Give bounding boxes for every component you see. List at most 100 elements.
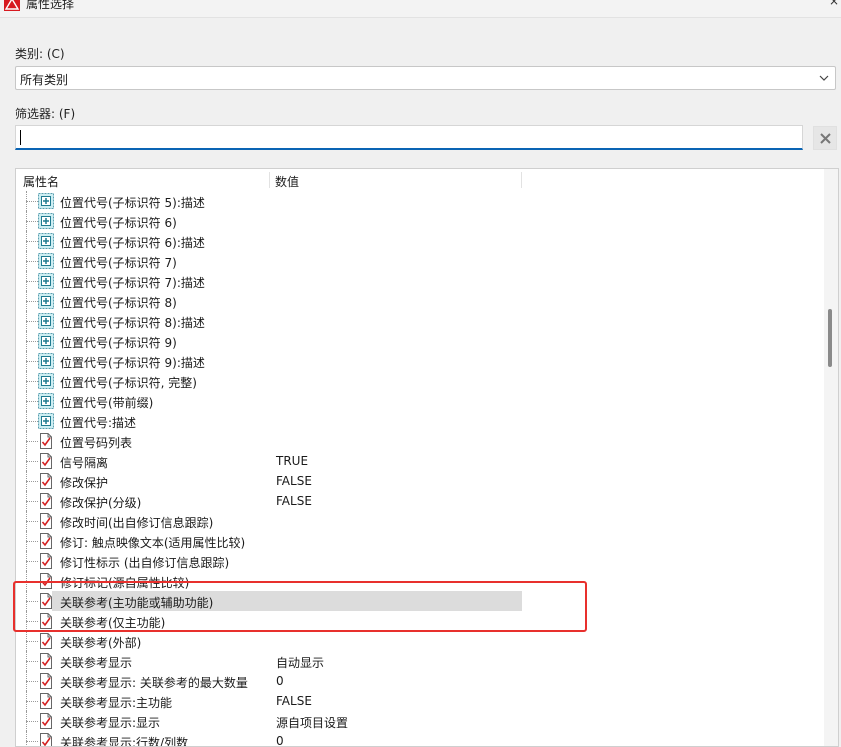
category-select[interactable]: 所有类别	[15, 66, 836, 90]
clear-filter-button[interactable]	[813, 126, 837, 150]
column-divider[interactable]	[521, 172, 522, 188]
property-row[interactable]: 位置代号(子标识符 7)	[16, 251, 824, 271]
property-row[interactable]: 修订: 触点映像文本(适用属性比较)	[16, 531, 824, 551]
property-rows: 位置代号(子标识符 5):描述 位置代号(子标识符 6) 位置代号(子标识符 6):…	[16, 191, 824, 747]
property-row[interactable]: 关联参考显示:行数/列数 0	[16, 731, 824, 747]
tree-line	[26, 741, 38, 742]
tree-line	[26, 201, 38, 202]
property-row[interactable]: 修改保护(分级) FALSE	[16, 491, 824, 511]
expand-group-icon[interactable]	[38, 413, 54, 429]
property-row[interactable]: 关联参考(主功能或辅助功能)	[16, 591, 824, 611]
tree-line	[26, 501, 38, 502]
window-title: 属性选择	[26, 0, 75, 11]
property-row[interactable]: 位置代号(子标识符 5):描述	[16, 191, 824, 211]
property-name: 修改时间(出自修订信息跟踪)	[60, 516, 214, 530]
property-row[interactable]: 修改时间(出自修订信息跟踪)	[16, 511, 824, 531]
property-doc-icon	[40, 733, 52, 746]
expand-group-icon[interactable]	[38, 313, 54, 329]
property-value: 0	[276, 734, 284, 747]
tree-line	[26, 641, 38, 642]
tree-line	[26, 421, 38, 422]
property-row[interactable]: 位置代号(子标识符 9):描述	[16, 351, 824, 371]
property-row[interactable]: 位置代号(子标识符, 完整)	[16, 371, 824, 391]
property-row[interactable]: 位置代号(子标识符 8):描述	[16, 311, 824, 331]
property-row[interactable]: 位置代号:描述	[16, 411, 824, 431]
expand-group-icon[interactable]	[38, 273, 54, 289]
property-row[interactable]: 关联参考显示 自动显示	[16, 651, 824, 671]
expand-group-icon[interactable]	[38, 393, 54, 409]
property-row[interactable]: 修订标记(源自属性比较)	[16, 571, 824, 591]
tree-line	[26, 401, 38, 402]
category-label: 类别: (C)	[15, 47, 65, 61]
property-row[interactable]: 位置代号(子标识符 6)	[16, 211, 824, 231]
tree-line	[26, 541, 38, 542]
property-row[interactable]: 位置号码列表	[16, 431, 824, 451]
tree-line	[26, 701, 38, 702]
close-button[interactable]: ×	[829, 0, 839, 8]
property-row[interactable]: 关联参考显示:主功能 FALSE	[16, 691, 824, 711]
property-doc-icon	[40, 653, 52, 669]
tree-line	[26, 221, 38, 222]
property-name: 修订性标示 (出自修订信息跟踪)	[60, 556, 230, 570]
property-name: 位置代号(子标识符 9)	[60, 336, 177, 350]
tree-line	[26, 241, 38, 242]
property-name: 关联参考显示:显示	[60, 716, 161, 730]
tree-line	[26, 341, 38, 342]
property-row[interactable]: 修订性标示 (出自修订信息跟踪)	[16, 551, 824, 571]
expand-group-icon[interactable]	[38, 293, 54, 309]
title-bar: 属性选择 ×	[0, 0, 841, 18]
property-doc-icon	[40, 533, 52, 549]
property-name: 关联参考显示	[60, 656, 133, 670]
property-row[interactable]: 位置代号(子标识符 8)	[16, 291, 824, 311]
expand-group-icon[interactable]	[38, 253, 54, 269]
property-value: FALSE	[276, 474, 312, 488]
column-header-value[interactable]: 数值	[275, 173, 299, 190]
vertical-scrollbar[interactable]	[824, 169, 838, 746]
property-name: 关联参考(主功能或辅助功能)	[60, 596, 214, 610]
tree-line	[26, 621, 38, 622]
property-doc-icon	[40, 433, 52, 449]
tree-line	[26, 661, 38, 662]
property-row[interactable]: 关联参考显示:显示 源自项目设置	[16, 711, 824, 731]
property-name: 位置代号(带前缀)	[60, 396, 154, 410]
text-caret	[20, 130, 21, 145]
property-row[interactable]: 修改保护 FALSE	[16, 471, 824, 491]
tree-line	[26, 461, 38, 462]
property-row[interactable]: 关联参考显示: 关联参考的最大数量 0	[16, 671, 824, 691]
property-doc-icon	[40, 673, 52, 689]
property-row[interactable]: 关联参考(外部)	[16, 631, 824, 651]
property-name: 位置代号(子标识符 8):描述	[60, 316, 205, 330]
tree-line	[26, 521, 38, 522]
property-doc-icon	[40, 633, 52, 649]
property-row[interactable]: 位置代号(带前缀)	[16, 391, 824, 411]
property-row[interactable]: 位置代号(子标识符 7):描述	[16, 271, 824, 291]
tree-line	[26, 581, 38, 582]
property-name: 关联参考显示: 关联参考的最大数量	[60, 676, 248, 690]
scrollbar-thumb[interactable]	[828, 309, 832, 367]
property-name: 修订: 触点映像文本(适用属性比较)	[60, 536, 246, 550]
property-list[interactable]: 属性名 数值 位置代号(子标识符 5):描述 位置代号(子标识符 6) 位置代号(子…	[15, 168, 839, 747]
tree-line	[26, 731, 27, 746]
expand-group-icon[interactable]	[38, 193, 54, 209]
property-row[interactable]: 位置代号(子标识符 9)	[16, 331, 824, 351]
property-value: FALSE	[276, 694, 312, 708]
column-header-name[interactable]: 属性名	[23, 173, 59, 190]
tree-line	[26, 481, 38, 482]
expand-group-icon[interactable]	[38, 353, 54, 369]
property-row[interactable]: 位置代号(子标识符 6):描述	[16, 231, 824, 251]
tree-line	[26, 721, 38, 722]
property-row[interactable]: 关联参考(仅主功能)	[16, 611, 824, 631]
expand-group-icon[interactable]	[38, 213, 54, 229]
property-row[interactable]: 信号隔离 TRUE	[16, 451, 824, 471]
expand-group-icon[interactable]	[38, 373, 54, 389]
column-divider[interactable]	[269, 172, 270, 188]
expand-group-icon[interactable]	[38, 333, 54, 349]
property-name: 关联参考(外部)	[60, 636, 142, 650]
property-name: 位置号码列表	[60, 436, 133, 450]
property-doc-icon	[40, 453, 52, 469]
property-doc-icon	[40, 713, 52, 729]
property-name: 位置代号(子标识符 8)	[60, 296, 177, 310]
filter-input[interactable]	[15, 125, 803, 150]
expand-group-icon[interactable]	[38, 233, 54, 249]
property-value: 源自项目设置	[276, 716, 349, 730]
